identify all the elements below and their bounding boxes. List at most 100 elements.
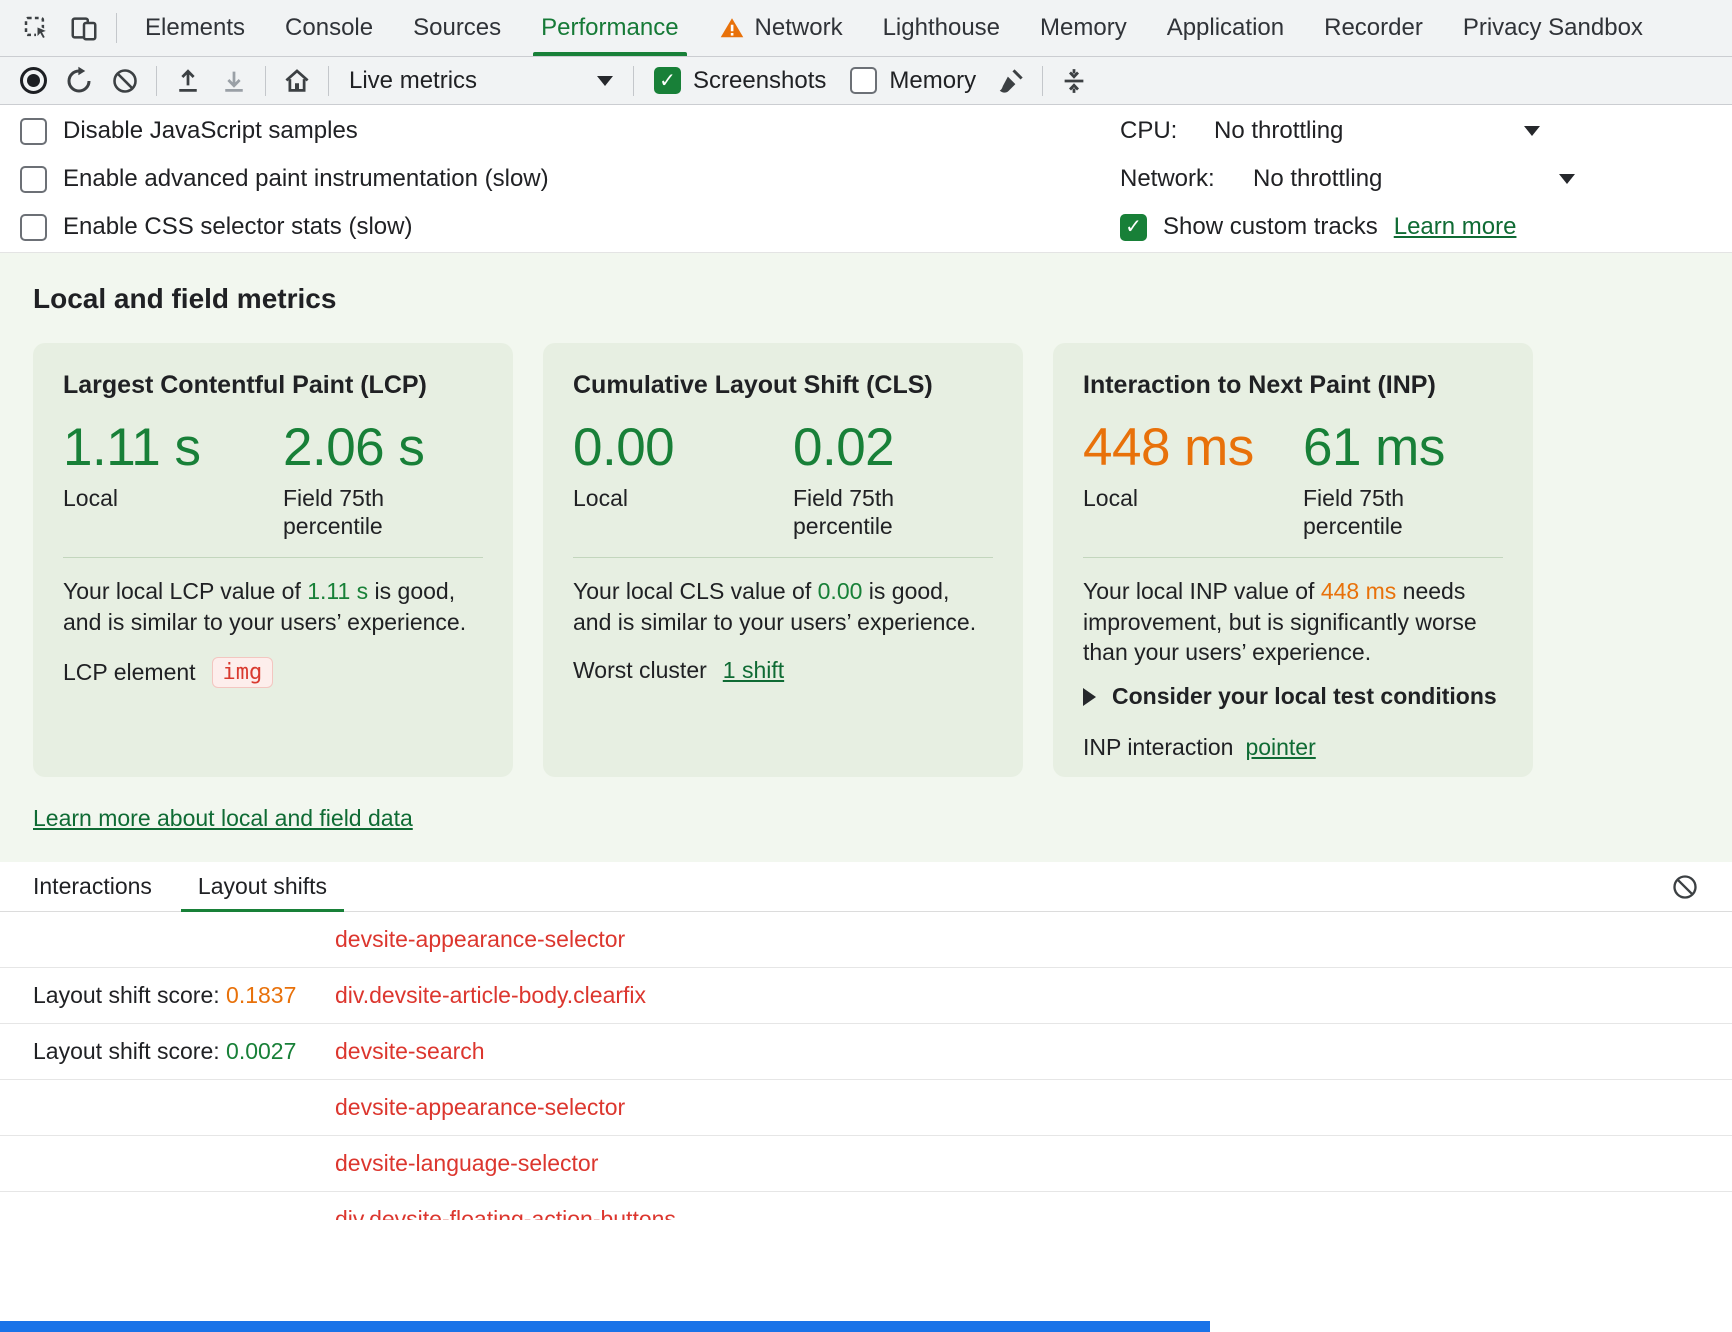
- score-label: Layout shift score:: [33, 1038, 226, 1064]
- divider: [116, 13, 117, 43]
- garbage-collect-button[interactable]: [988, 60, 1034, 102]
- inp-field-value: 61 ms: [1303, 420, 1445, 476]
- tab-label: Elements: [145, 14, 245, 42]
- show-custom-tracks-checkbox[interactable]: Show custom tracks Learn more: [1120, 213, 1575, 241]
- card-title: Cumulative Layout Shift (CLS): [573, 371, 993, 400]
- card-title: Interaction to Next Paint (INP): [1083, 371, 1503, 400]
- checkbox-checked-icon[interactable]: [654, 67, 681, 94]
- tab-label: Layout shifts: [198, 873, 327, 900]
- inp-interaction-label: INP interaction: [1083, 734, 1233, 761]
- learn-more-link[interactable]: Learn more: [1394, 213, 1517, 241]
- clear-button[interactable]: [102, 60, 148, 102]
- checkbox-unchecked-icon[interactable]: [20, 214, 47, 241]
- network-throttling-select[interactable]: Network: No throttling: [1120, 165, 1575, 193]
- tab-privacy-sandbox[interactable]: Privacy Sandbox: [1443, 0, 1663, 56]
- layout-shift-rows: devsite-appearance-selector Layout shift…: [0, 912, 1732, 1220]
- lcp-local-value: 1.11 s: [63, 420, 283, 476]
- element-link[interactable]: devsite-search: [335, 1038, 485, 1065]
- desc-value: 448 ms: [1321, 578, 1396, 604]
- cpu-throttling-select[interactable]: CPU: No throttling: [1120, 117, 1540, 145]
- score-value: 0.0027: [226, 1038, 296, 1064]
- home-icon: [282, 66, 312, 96]
- page-title: Local and field metrics: [33, 283, 1732, 315]
- element-link[interactable]: div.devsite-floating-action-buttons: [335, 1206, 676, 1220]
- desc-text: Your local INP value of: [1083, 578, 1321, 604]
- chevron-down-icon: [597, 76, 613, 86]
- tab-layout-shifts[interactable]: Layout shifts: [198, 862, 327, 911]
- local-label: Local: [573, 484, 793, 513]
- table-row: devsite-appearance-selector: [0, 912, 1732, 968]
- tab-label: Application: [1167, 14, 1284, 42]
- inp-interaction-link[interactable]: pointer: [1245, 734, 1315, 761]
- checkbox-unchecked-icon[interactable]: [20, 118, 47, 145]
- divider: [573, 557, 993, 558]
- network-label: Network:: [1120, 165, 1237, 193]
- memory-label: Memory: [889, 67, 976, 95]
- save-profile-button[interactable]: [211, 60, 257, 102]
- field-label: Field 75th percentile: [1303, 484, 1433, 542]
- cls-local-value: 0.00: [573, 420, 793, 476]
- checkbox-checked-icon[interactable]: [1120, 214, 1147, 241]
- inp-description: Your local INP value of 448 ms needs imp…: [1083, 576, 1503, 667]
- tab-elements[interactable]: Elements: [125, 0, 265, 56]
- tab-sources[interactable]: Sources: [393, 0, 521, 56]
- disable-js-samples-checkbox[interactable]: Disable JavaScript samples: [20, 117, 549, 145]
- tab-console[interactable]: Console: [265, 0, 393, 56]
- clear-log-button[interactable]: [1671, 873, 1699, 901]
- checkbox-unchecked-icon[interactable]: [850, 67, 877, 94]
- learn-more-local-field-link[interactable]: Learn more about local and field data: [33, 805, 413, 831]
- upload-icon: [173, 66, 203, 96]
- inspect-element-button[interactable]: [12, 6, 60, 50]
- tab-application[interactable]: Application: [1147, 0, 1304, 56]
- download-icon: [219, 66, 249, 96]
- tab-label: Sources: [413, 14, 501, 42]
- disclosure-label: Consider your local test conditions: [1112, 683, 1497, 710]
- shifts-log-section: Interactions Layout shifts devsite-appea…: [0, 862, 1732, 1220]
- desc-value: 1.11 s: [307, 578, 368, 604]
- tab-label: Memory: [1040, 14, 1127, 42]
- load-profile-button[interactable]: [165, 60, 211, 102]
- lcp-element-label: LCP element: [63, 659, 196, 686]
- tab-performance[interactable]: Performance: [521, 0, 698, 56]
- collapse-tracks-button[interactable]: [1051, 60, 1097, 102]
- local-test-conditions-disclosure[interactable]: Consider your local test conditions: [1083, 683, 1503, 710]
- record-icon: [20, 67, 47, 94]
- tab-recorder[interactable]: Recorder: [1304, 0, 1443, 56]
- worst-cluster-link[interactable]: 1 shift: [723, 657, 784, 684]
- table-row: Layout shift score: 0.1837 div.devsite-a…: [0, 968, 1732, 1024]
- css-selector-stats-checkbox[interactable]: Enable CSS selector stats (slow): [20, 213, 549, 241]
- divider: [1042, 66, 1043, 96]
- element-link[interactable]: devsite-language-selector: [335, 1150, 598, 1177]
- device-toolbar-button[interactable]: [60, 6, 108, 50]
- element-link[interactable]: devsite-appearance-selector: [335, 926, 625, 953]
- screenshots-checkbox[interactable]: Screenshots: [642, 67, 838, 95]
- desc-text: Your local LCP value of: [63, 578, 307, 604]
- panel-tabs: Elements Console Sources Performance Net…: [125, 0, 1663, 56]
- devtools-tabbar: Elements Console Sources Performance Net…: [0, 0, 1732, 57]
- metric-card-inp: Interaction to Next Paint (INP) 448 ms L…: [1053, 343, 1533, 777]
- lcp-element-link[interactable]: img: [212, 657, 274, 688]
- table-row: devsite-language-selector: [0, 1136, 1732, 1192]
- tab-interactions[interactable]: Interactions: [33, 862, 152, 911]
- divider: [633, 66, 634, 96]
- setting-label: Disable JavaScript samples: [63, 117, 358, 145]
- tab-memory[interactable]: Memory: [1020, 0, 1147, 56]
- tab-lighthouse[interactable]: Lighthouse: [863, 0, 1020, 56]
- score-value: 0.1837: [226, 982, 296, 1008]
- reload-and-record-button[interactable]: [56, 60, 102, 102]
- advanced-paint-checkbox[interactable]: Enable advanced paint instrumentation (s…: [20, 165, 549, 193]
- element-link[interactable]: div.devsite-article-body.clearfix: [335, 982, 646, 1009]
- home-button[interactable]: [274, 60, 320, 102]
- collapse-icon: [1059, 66, 1089, 96]
- score-cell: Layout shift score: 0.0027: [33, 1038, 335, 1065]
- checkbox-unchecked-icon[interactable]: [20, 166, 47, 193]
- score-cell: Layout shift score: 0.1837: [33, 982, 335, 1009]
- record-button[interactable]: [10, 60, 56, 102]
- memory-checkbox[interactable]: Memory: [838, 67, 988, 95]
- circle-slash-icon: [111, 67, 139, 95]
- tab-network[interactable]: Network: [699, 0, 863, 56]
- live-metrics-dropdown[interactable]: Live metrics: [337, 60, 625, 102]
- bottom-scrollbar-thumb[interactable]: [0, 1321, 1210, 1332]
- element-link[interactable]: devsite-appearance-selector: [335, 1094, 625, 1121]
- capture-settings-pane: Disable JavaScript samples Enable advanc…: [0, 105, 1732, 253]
